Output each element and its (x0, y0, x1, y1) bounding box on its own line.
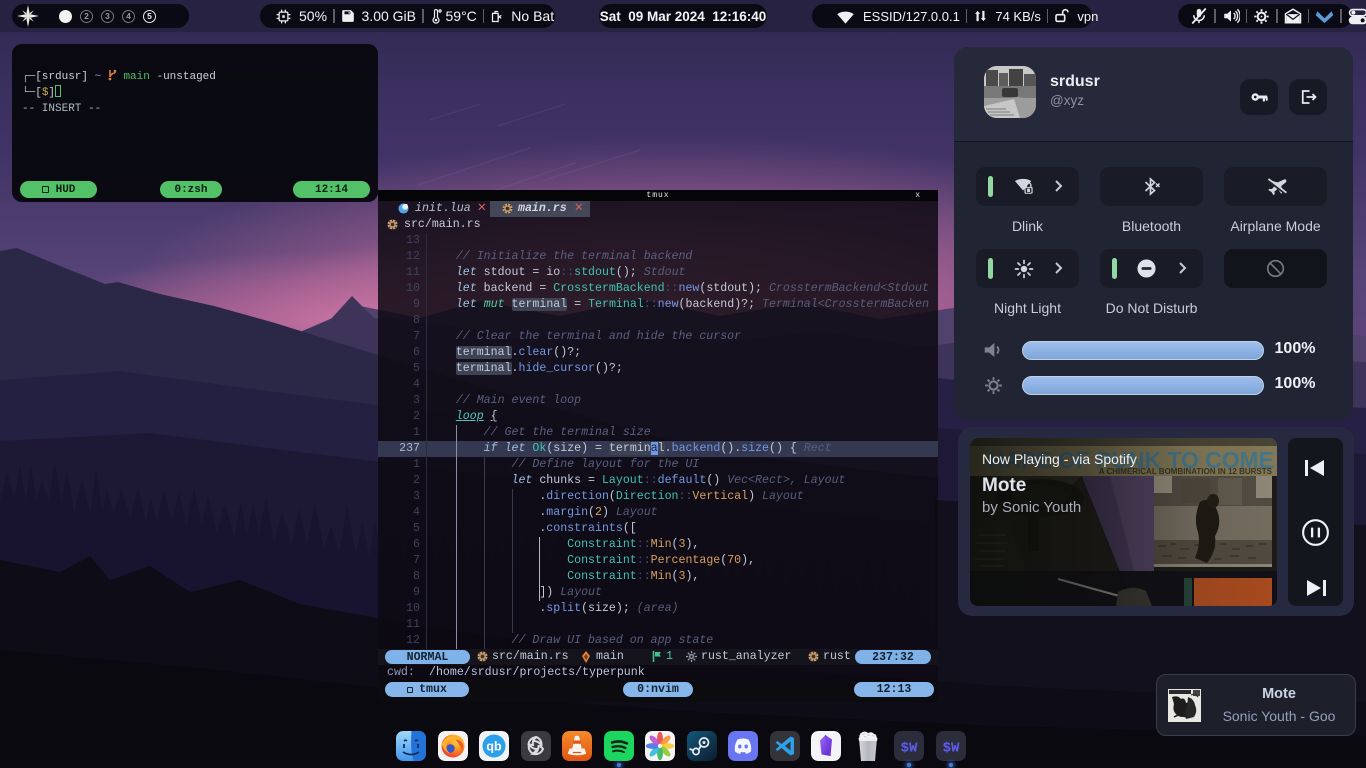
svg-text:$W: $W (901, 741, 918, 757)
svg-text:qb: qb (486, 740, 502, 754)
svg-text:$W: $W (942, 741, 959, 757)
